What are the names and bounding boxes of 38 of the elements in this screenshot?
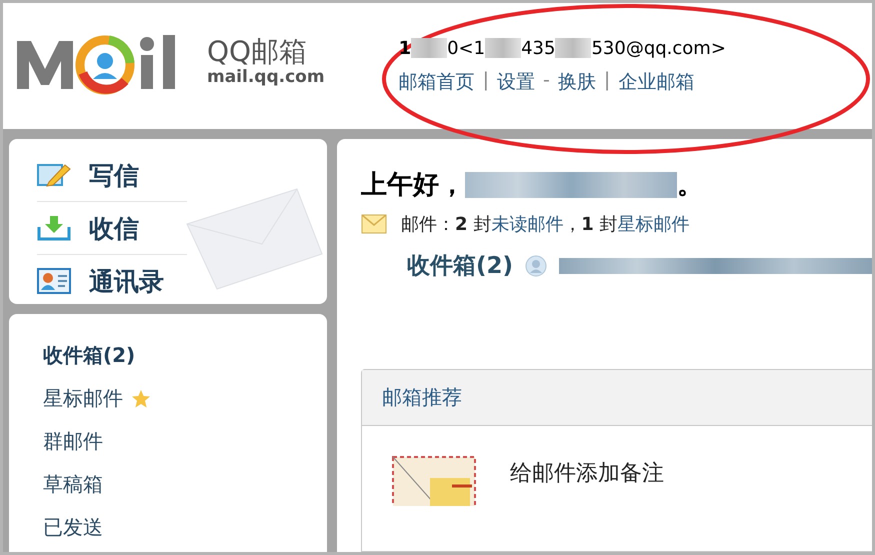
download-tray-icon	[37, 215, 71, 241]
blurred-text	[485, 38, 522, 58]
folder-item[interactable]: 已发送	[43, 514, 103, 541]
folder-item[interactable]: 群邮件	[43, 428, 103, 455]
separator-text: |	[604, 69, 610, 93]
header-link[interactable]: 设置	[496, 69, 535, 95]
account-text: 530@qq.com>	[591, 38, 726, 58]
envelope-icon	[361, 214, 387, 234]
action-link[interactable]: 收信	[89, 212, 139, 244]
recommend-item[interactable]: 给邮件添加备注	[510, 458, 664, 488]
contact-card-icon	[37, 268, 71, 294]
account-text: 0<1	[447, 38, 486, 58]
folder-item[interactable]: 星标邮件	[43, 385, 123, 412]
folder-item[interactable]: 草稿箱	[43, 471, 103, 498]
pencil-icon	[37, 162, 71, 188]
header-link[interactable]: 邮箱首页	[398, 69, 475, 95]
summary-link[interactable]: 未读邮件	[491, 214, 564, 235]
greeting-end-text: 。	[677, 169, 703, 202]
blurred-text	[555, 38, 592, 58]
recommend-title: 邮箱推荐	[382, 385, 462, 409]
action-link[interactable]: 写信	[89, 158, 139, 192]
header-link[interactable]: 企业邮箱	[618, 69, 694, 95]
header-link[interactable]: 换肤	[558, 69, 596, 95]
brand-name: QQ邮箱	[207, 36, 308, 68]
envelope-note-icon	[392, 456, 476, 506]
contact-avatar-icon	[525, 254, 548, 276]
summary-link[interactable]: 星标邮件	[618, 214, 690, 235]
blurred-text	[411, 38, 448, 58]
folder-item[interactable]: 收件箱(2)	[43, 342, 136, 369]
mail-summary-text: 邮件：2 封未读邮件，1 封星标邮件	[401, 213, 690, 236]
greeting-text: 上午好，	[361, 169, 465, 202]
account-text: 1	[398, 38, 412, 58]
action-link[interactable]: 通讯录	[89, 264, 164, 298]
inbox-link[interactable]: 收件箱(2)	[407, 250, 514, 281]
separator-text: |	[482, 69, 489, 93]
account-text: 435	[521, 38, 556, 58]
separator-text: -	[542, 69, 550, 93]
domain-text: mail.qq.com	[207, 67, 325, 88]
